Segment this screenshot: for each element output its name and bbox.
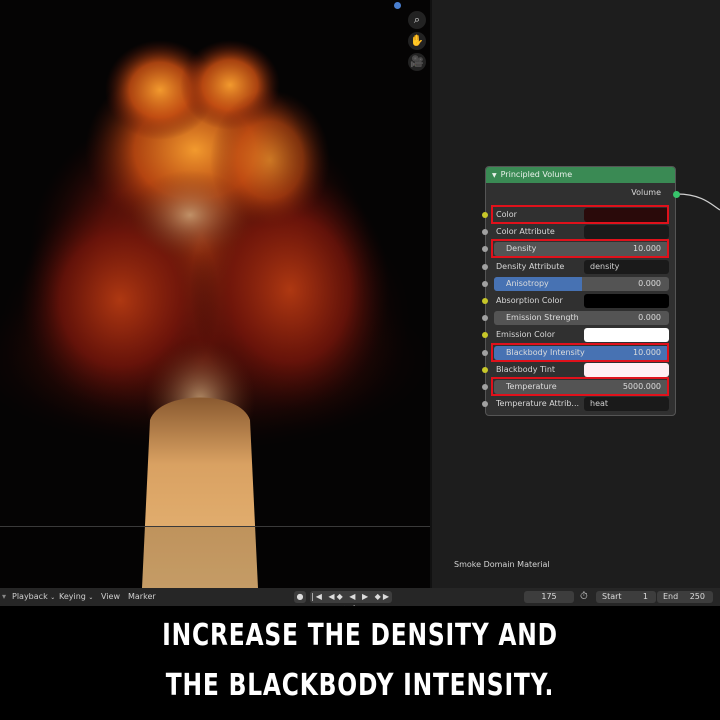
- highlight-box: [491, 342, 669, 362]
- viewport-gizmo-dot: [394, 2, 401, 9]
- input-label: Temperature Attrib...: [496, 399, 580, 409]
- input-socket[interactable]: [482, 349, 488, 356]
- value-slider[interactable]: Anisotropy 0.000: [494, 276, 669, 291]
- highlight-box: [491, 205, 669, 224]
- menu-keying[interactable]: Keying ⌄: [59, 588, 93, 607]
- attribute-field[interactable]: heat: [584, 397, 669, 412]
- smoke-render: [0, 0, 432, 588]
- menu-playback[interactable]: Playback ⌄: [12, 588, 55, 607]
- input-socket[interactable]: [482, 263, 488, 270]
- input-socket[interactable]: [482, 246, 488, 253]
- input-socket[interactable]: [482, 332, 488, 339]
- attribute-field[interactable]: density: [584, 259, 669, 274]
- start-value: 1: [642, 592, 648, 601]
- input-socket[interactable]: [482, 401, 488, 408]
- color-swatch[interactable]: [584, 294, 669, 308]
- menu-playback-label: Playback: [12, 592, 48, 601]
- input-socket[interactable]: [482, 384, 488, 390]
- node-input-row: Blackbody Tint: [482, 362, 677, 378]
- highlight-box: [491, 377, 669, 396]
- node-input-row: Emission Color: [482, 327, 677, 343]
- node-input-row: Absorption Color: [482, 293, 677, 309]
- end-label: End: [663, 592, 679, 601]
- volume-output-socket[interactable]: [673, 191, 680, 198]
- slider-value: 0.000: [638, 313, 661, 323]
- node-input-row: Density Attribute density: [482, 259, 677, 275]
- input-socket[interactable]: [482, 315, 488, 322]
- output-label: Volume: [631, 188, 661, 197]
- collapse-triangle-icon[interactable]: ▼: [492, 172, 497, 179]
- camera-icon[interactable]: 🎥: [408, 53, 426, 71]
- end-frame-field[interactable]: End 250: [657, 591, 713, 603]
- playback-controls[interactable]: |◀ ◀◆ ◀ ▶ ◆▶ ▶|: [310, 591, 392, 613]
- node-title: Principled Volume: [500, 170, 573, 179]
- input-label: Density Attribute: [496, 261, 565, 271]
- input-label: Absorption Color: [496, 296, 563, 305]
- menu-view[interactable]: View: [101, 588, 120, 606]
- hand-pan-icon[interactable]: ✋: [408, 32, 426, 50]
- color-swatch[interactable]: [584, 328, 669, 343]
- input-label: Blackbody Tint: [496, 364, 556, 374]
- node-input-row: Color Attribute: [482, 224, 677, 240]
- slider-value: 0.000: [638, 278, 661, 288]
- node-header[interactable]: ▼ Principled Volume: [486, 167, 675, 183]
- node-input-row: Emission Strength 0.000: [482, 310, 677, 326]
- input-socket[interactable]: [482, 366, 488, 373]
- material-name: Smoke Domain Material: [454, 560, 550, 569]
- start-frame-field[interactable]: Start 1: [596, 591, 656, 603]
- current-frame-field[interactable]: 175: [524, 591, 574, 603]
- menu-keying-label: Keying: [59, 592, 86, 601]
- input-socket[interactable]: [482, 298, 488, 304]
- input-socket[interactable]: [482, 212, 488, 218]
- record-button[interactable]: ●: [294, 591, 306, 603]
- node-input-row: Temperature Attrib... heat: [482, 396, 677, 412]
- input-socket[interactable]: [482, 280, 488, 287]
- stopwatch-icon[interactable]: ⏱: [580, 588, 588, 606]
- slider-label: Emission Strength: [506, 313, 579, 323]
- input-socket[interactable]: [482, 229, 488, 236]
- color-swatch[interactable]: [584, 362, 669, 377]
- editor-type-icon[interactable]: ▾: [2, 588, 6, 606]
- output-volume: Volume: [486, 186, 675, 200]
- start-label: Start: [602, 592, 622, 601]
- zoom-icon[interactable]: ⌕: [408, 11, 426, 29]
- caption-line-2: THE BLACKBODY INTENSITY.: [165, 668, 555, 703]
- highlight-box: [491, 239, 669, 259]
- end-value: 250: [689, 592, 705, 601]
- 3d-viewport[interactable]: ⌕ ✋ 🎥: [0, 0, 432, 588]
- node-input-row: Anisotropy 0.000: [482, 276, 677, 292]
- input-label: Color Attribute: [496, 227, 555, 237]
- attribute-field[interactable]: [584, 225, 669, 240]
- caption-panel: INCREASE THE DENSITY AND THE BLACKBODY I…: [0, 606, 720, 720]
- slider-label: Anisotropy: [506, 278, 549, 288]
- input-label: Emission Color: [496, 330, 556, 340]
- value-slider[interactable]: Emission Strength 0.000: [494, 311, 669, 326]
- timeline-header: ▾ Playback ⌄ Keying ⌄ View Marker ● |◀ ◀…: [0, 588, 720, 613]
- caption-line-1: INCREASE THE DENSITY AND: [162, 618, 558, 653]
- menu-marker[interactable]: Marker: [128, 588, 156, 606]
